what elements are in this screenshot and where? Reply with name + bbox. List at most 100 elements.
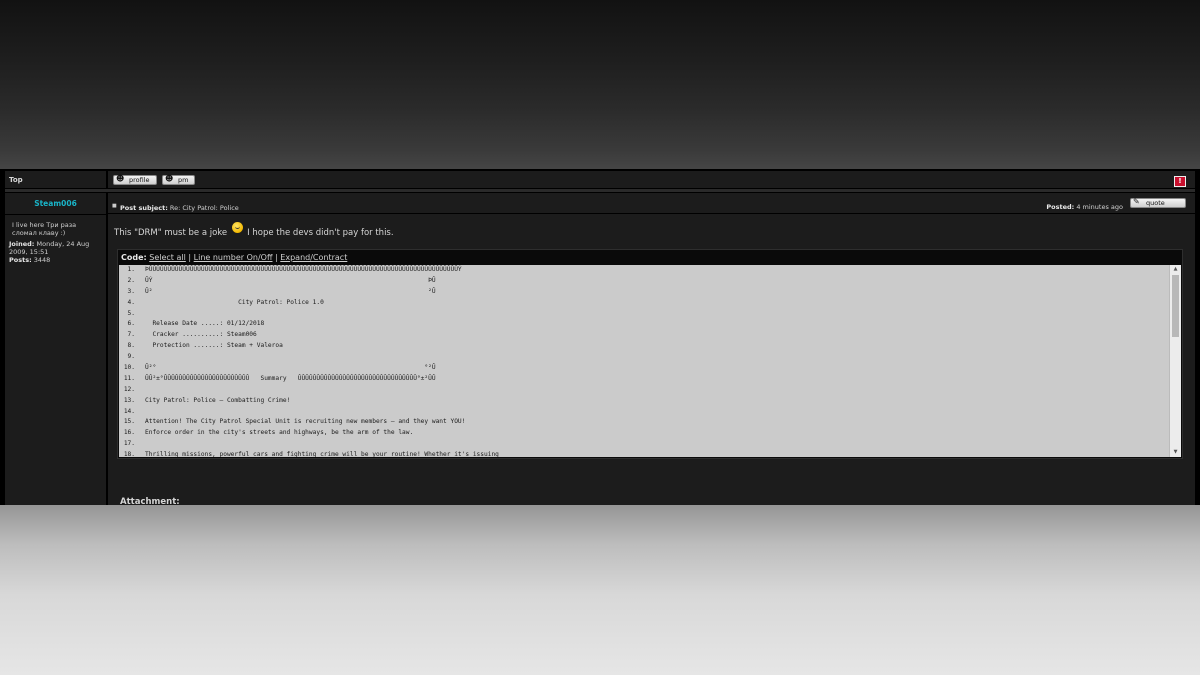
pm-button[interactable]: ☻ pm (162, 174, 196, 185)
code-line: 4. City Patrol: Police 1.0 (119, 298, 1167, 309)
line-text: ÞÛÛÛÛÛÛÛÛÛÛÛÛÛÛÛÛÛÛÛÛÛÛÛÛÛÛÛÛÛÛÛÛÛÛÛÛÛÛÛ… (145, 266, 462, 273)
top-link[interactable]: Top (9, 176, 23, 184)
code-line: 3. Û² ²Û (119, 287, 1167, 298)
quote-label: quote (1146, 199, 1165, 207)
post-body: ■ Post subject: Re: City Patrol: Police … (108, 193, 1195, 505)
line-text: Attention! The City Patrol Special Unit … (145, 418, 466, 426)
quote-icon: ✎ (1133, 197, 1140, 206)
message-text-after: I hope the devs didn't pay for this. (247, 228, 394, 238)
posted-value: 4 minutes ago (1076, 203, 1123, 211)
code-line: 18. Thrilling missions, powerful cars and… (119, 450, 1167, 457)
code-header: Code: Select all | Line number On/Off | … (121, 253, 347, 262)
posts-label: Posts: (9, 256, 32, 264)
line-number: 9. (127, 353, 135, 361)
attachment-label: Attachment: (120, 497, 180, 505)
code-line: 11. ÛÛ²±°ÛÛÛÛÛÛÛÛÛÛÛÛÛÛÛÛÛÛÛÛÛÛÛ Summary … (119, 374, 1167, 385)
line-number-toggle-link[interactable]: Line number On/Off (194, 253, 273, 262)
message-text-before: This "DRM" must be a joke (114, 228, 228, 238)
post-toolbar-row: Top ☻ profile ☻ pm ! (5, 171, 1195, 188)
posts-value: 3448 (33, 256, 51, 264)
line-text: Û² ²Û (145, 287, 436, 295)
code-line: 7. Cracker ..........: Steam006 (119, 330, 1167, 341)
line-text: Thrilling missions, powerful cars and fi… (145, 451, 499, 457)
post-header: ■ Post subject: Re: City Patrol: Police … (108, 193, 1195, 214)
scroll-down-arrow-icon[interactable]: ▼ (1170, 448, 1181, 457)
line-number: 12. (123, 385, 135, 393)
joined-label: Joined: (9, 240, 35, 248)
code-line: 5. (119, 309, 1167, 320)
scroll-thumb[interactable] (1172, 275, 1179, 337)
background-fade (0, 505, 1200, 675)
expand-contract-link[interactable]: Expand/Contract (280, 253, 347, 262)
post-timestamp: Posted: 4 minutes ago (1046, 203, 1123, 211)
code-line: 10. Û²° °²Û (119, 363, 1167, 374)
post-arrow-icon: ■ (112, 203, 117, 209)
users-icon: ☻ (165, 174, 174, 183)
author-info: Joined: Monday, 24 Aug 2009, 15:51 Posts… (9, 240, 103, 264)
author-name[interactable]: Steam006 (5, 199, 106, 208)
line-number: 15. (123, 418, 135, 426)
row-divider (5, 189, 1195, 192)
line-number: 13. (123, 396, 135, 404)
post-subject: Post subject: Re: City Patrol: Police (120, 204, 239, 212)
line-text: City Patrol: Police – Combatting Crime! (145, 396, 291, 404)
select-all-link[interactable]: Select all (149, 253, 186, 262)
author-panel: Steam006 I live here Три раза сломал кла… (5, 193, 106, 505)
posted-label: Posted: (1046, 203, 1075, 211)
forum-post: Top ☻ profile ☻ pm ! Steam006 I live her… (0, 169, 1200, 505)
code-block: Code: Select all | Line number On/Off | … (117, 249, 1183, 459)
line-number: 2. (127, 276, 135, 284)
profile-label: profile (129, 176, 150, 184)
line-number: 11. (123, 374, 135, 382)
author-separator (5, 214, 106, 215)
code-line: 12. (119, 385, 1167, 396)
code-label: Code: (121, 253, 147, 262)
user-icon: ☻ (116, 174, 125, 183)
subject-label: Post subject: (120, 204, 168, 212)
line-text: ÛÝ ÞÛ (145, 276, 436, 284)
line-number: 8. (127, 342, 135, 350)
post-message: This "DRM" must be a joke I hope the devs… (114, 222, 394, 238)
code-line: 1. ÞÛÛÛÛÛÛÛÛÛÛÛÛÛÛÛÛÛÛÛÛÛÛÛÛÛÛÛÛÛÛÛÛÛÛÛÛÛ… (119, 265, 1167, 276)
code-scrollbar[interactable]: ▲ ▼ (1169, 265, 1181, 457)
line-text: City Patrol: Police 1.0 (145, 298, 324, 306)
line-text: Release Date .....: 01/12/2018 (145, 320, 265, 328)
warning-icon[interactable]: ! (1174, 176, 1186, 187)
code-line: 17. (119, 439, 1167, 450)
code-line: 15. Attention! The City Patrol Special Un… (119, 417, 1167, 428)
code-line: 2. ÛÝ ÞÛ (119, 276, 1167, 287)
line-number: 17. (123, 440, 135, 448)
code-line: 9. (119, 352, 1167, 363)
profile-button[interactable]: ☻ profile (113, 175, 157, 185)
code-line: 14. (119, 407, 1167, 418)
code-line: 8. Protection .......: Steam + Valeroa (119, 341, 1167, 352)
code-lines: 1. ÞÛÛÛÛÛÛÛÛÛÛÛÛÛÛÛÛÛÛÛÛÛÛÛÛÛÛÛÛÛÛÛÛÛÛÛÛÛ… (119, 265, 1167, 457)
line-number: 4. (127, 298, 135, 306)
line-text: Protection .......: Steam + Valeroa (145, 342, 283, 350)
subject-text: Re: City Patrol: Police (169, 204, 239, 212)
code-separator: | (188, 253, 192, 262)
code-area[interactable]: 1. ÞÛÛÛÛÛÛÛÛÛÛÛÛÛÛÛÛÛÛÛÛÛÛÛÛÛÛÛÛÛÛÛÛÛÛÛÛÛ… (119, 265, 1181, 457)
line-text: Û²° °²Û (145, 364, 436, 372)
line-number: 14. (123, 407, 135, 415)
code-separator: | (275, 253, 278, 262)
scroll-up-arrow-icon[interactable]: ▲ (1170, 265, 1181, 274)
line-number: 3. (127, 287, 135, 295)
author-title: I live here Три раза сломал клаву :) (12, 221, 77, 237)
line-number: 16. (123, 429, 135, 437)
line-number: 1. (127, 266, 135, 273)
column-divider (106, 171, 108, 188)
line-number: 5. (127, 309, 135, 317)
line-number: 6. (127, 320, 135, 328)
code-line: 16. Enforce order in the city's streets a… (119, 428, 1167, 439)
line-number: 10. (123, 364, 135, 372)
smiley-icon (232, 222, 244, 233)
pm-label: pm (178, 176, 189, 184)
code-line: 13. City Patrol: Police – Combatting Crim… (119, 396, 1167, 407)
quote-button[interactable]: ✎ quote (1130, 198, 1186, 208)
line-text: ÛÛ²±°ÛÛÛÛÛÛÛÛÛÛÛÛÛÛÛÛÛÛÛÛÛÛÛ Summary ÛÛÛ… (145, 374, 436, 382)
line-number: 7. (127, 331, 135, 339)
line-text: Cracker ..........: Steam006 (145, 331, 257, 339)
code-line: 6. Release Date .....: 01/12/2018 (119, 319, 1167, 330)
line-text: Enforce order in the city's streets and … (145, 429, 414, 437)
